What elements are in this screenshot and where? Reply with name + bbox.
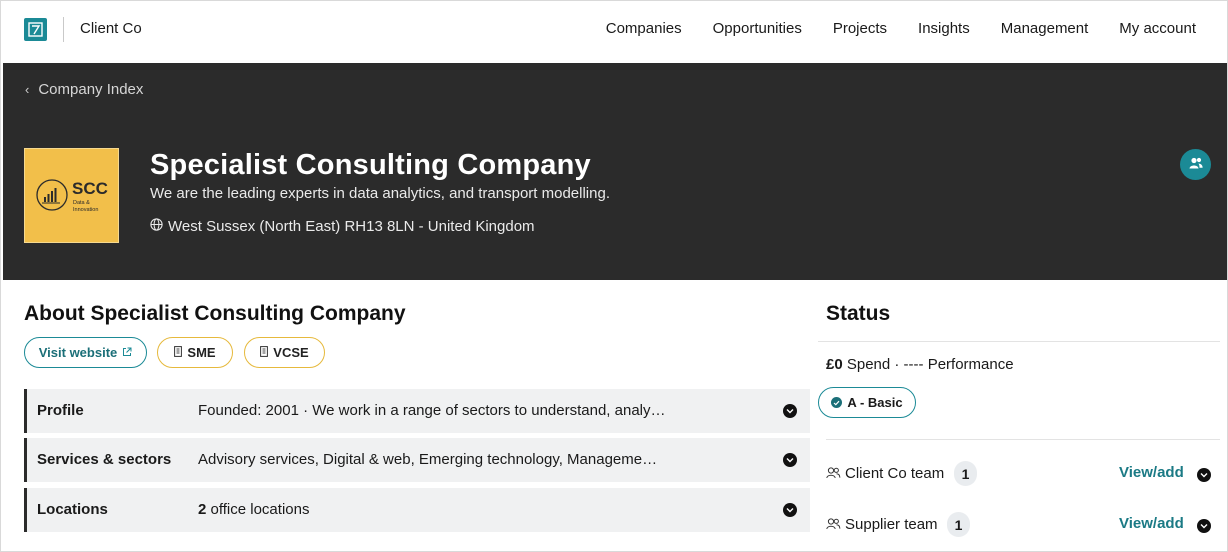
row-value: 2 office locations xyxy=(198,501,309,518)
globe-icon xyxy=(150,218,163,235)
view-add-link[interactable]: View/add xyxy=(1119,515,1184,532)
chevron-down-icon[interactable] xyxy=(783,453,797,467)
top-navigation: Client Co Companies Opportunities Projec… xyxy=(1,1,1227,62)
chevron-down-icon[interactable] xyxy=(783,503,797,517)
row-value: Advisory services, Digital & web, Emergi… xyxy=(198,451,658,468)
logo-divider xyxy=(63,17,64,42)
vcse-badge: VCSE xyxy=(244,337,325,368)
nav-companies[interactable]: Companies xyxy=(606,20,682,37)
building-icon xyxy=(174,345,183,360)
sme-label: SME xyxy=(187,345,216,360)
company-hero: ‹ Company Index SCC Data & Innovation Sp… xyxy=(3,63,1227,280)
company-logo: SCC Data & Innovation xyxy=(24,148,119,243)
row-label: Locations xyxy=(37,501,108,518)
tier-label: A - Basic xyxy=(847,395,903,410)
breadcrumb-company-index[interactable]: Company Index xyxy=(38,81,143,98)
location-text: West Sussex (North East) RH13 8LN - Unit… xyxy=(168,218,535,235)
spend-performance: £0 Spend · ---- Performance xyxy=(826,356,1014,373)
logo-text: SCC xyxy=(72,179,108,198)
nav-management[interactable]: Management xyxy=(1001,20,1089,37)
locations-row[interactable]: Locations 2 office locations xyxy=(24,488,810,532)
chevron-left-icon: ‹ xyxy=(25,82,30,97)
people-outline-icon xyxy=(826,517,841,535)
chevron-down-icon[interactable] xyxy=(1197,468,1211,482)
supplier-team-row: Supplier team 1 View/add xyxy=(826,512,1216,538)
people-outline-icon xyxy=(826,466,841,484)
main-nav: Companies Opportunities Projects Insight… xyxy=(575,20,1196,37)
app-logo-icon[interactable] xyxy=(24,18,47,41)
visit-website-button[interactable]: Visit website xyxy=(24,337,147,368)
row-label: Services & sectors xyxy=(37,451,172,468)
team-count: 1 xyxy=(954,461,977,486)
nav-projects[interactable]: Projects xyxy=(833,20,887,37)
spend-amount: £0 xyxy=(826,356,843,373)
nav-my-account[interactable]: My account xyxy=(1119,20,1196,37)
nav-opportunities[interactable]: Opportunities xyxy=(713,20,802,37)
nav-insights[interactable]: Insights xyxy=(918,20,970,37)
check-circle-icon xyxy=(831,397,843,408)
chevron-down-icon[interactable] xyxy=(1197,519,1211,533)
spend-performance-text: Spend · ---- Performance xyxy=(842,356,1014,373)
team-button[interactable] xyxy=(1180,149,1211,180)
people-icon xyxy=(1189,156,1203,174)
status-heading: Status xyxy=(826,302,891,325)
vcse-label: VCSE xyxy=(273,345,309,360)
company-tagline: We are the leading experts in data analy… xyxy=(150,185,610,202)
tier-badge[interactable]: A - Basic xyxy=(818,387,916,418)
view-add-link[interactable]: View/add xyxy=(1119,464,1184,481)
team-count: 1 xyxy=(947,512,970,537)
team-name: Supplier team xyxy=(845,516,938,533)
services-sectors-row[interactable]: Services & sectors Advisory services, Di… xyxy=(24,438,810,482)
team-name: Client Co team xyxy=(845,465,945,482)
logo-subtext: Data & Innovation xyxy=(73,200,99,213)
breadcrumb[interactable]: ‹ Company Index xyxy=(25,81,143,98)
company-name: Specialist Consulting Company xyxy=(150,149,591,181)
divider xyxy=(818,341,1220,342)
profile-row[interactable]: Profile Founded: 2001 · We work in a ran… xyxy=(24,389,810,433)
app-frame: Client Co Companies Opportunities Projec… xyxy=(0,0,1228,552)
chevron-down-icon[interactable] xyxy=(783,404,797,418)
external-link-icon xyxy=(122,345,132,360)
sme-badge: SME xyxy=(157,337,233,368)
company-location: West Sussex (North East) RH13 8LN - Unit… xyxy=(150,218,535,235)
client-name[interactable]: Client Co xyxy=(80,20,142,37)
divider xyxy=(826,439,1220,440)
building-icon xyxy=(260,345,269,360)
visit-website-label: Visit website xyxy=(38,345,118,360)
row-label: Profile xyxy=(37,402,84,419)
client-team-row: Client Co team 1 View/add xyxy=(826,461,1216,487)
row-value: Founded: 2001 · We work in a range of se… xyxy=(198,402,666,419)
locations-text: office locations xyxy=(206,501,310,518)
about-heading: About Specialist Consulting Company xyxy=(24,302,406,325)
